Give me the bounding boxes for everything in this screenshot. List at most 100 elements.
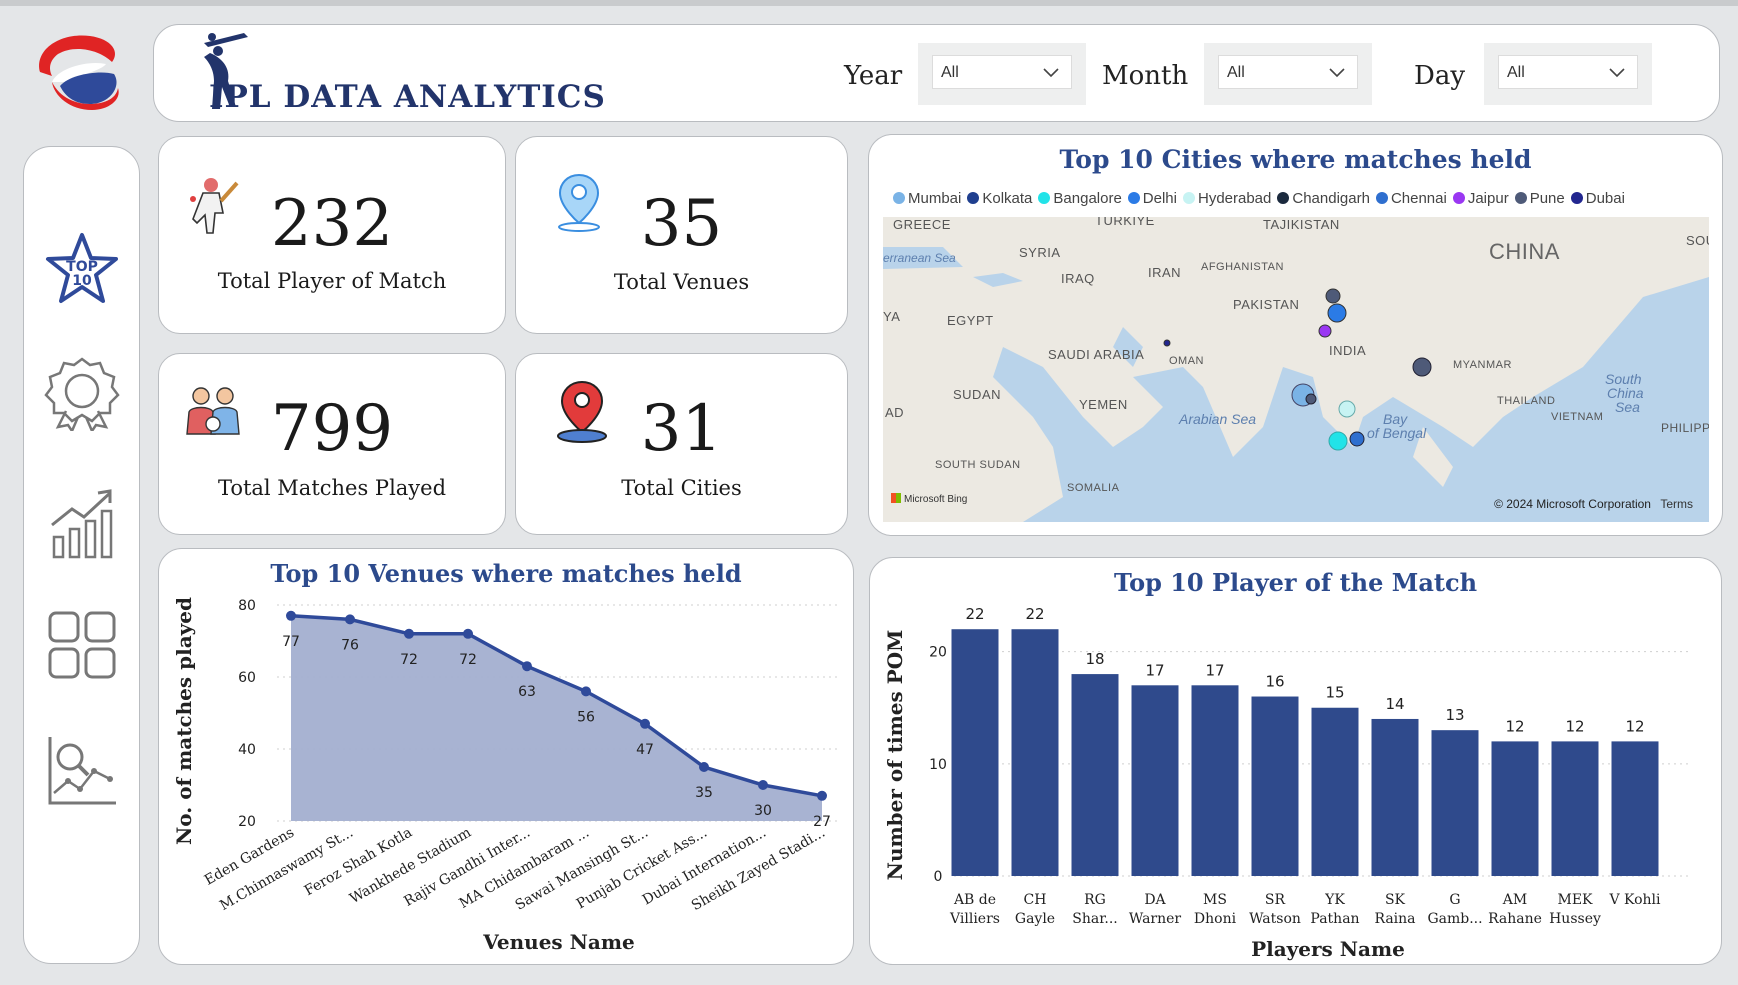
x-tick-label: Warner xyxy=(1129,911,1182,927)
cities-map-panel: Top 10 Cities where matches held Mumbai K… xyxy=(868,134,1723,536)
data-point[interactable] xyxy=(581,686,591,697)
sidebar-nav: TOP 10 xyxy=(23,146,140,964)
award-badge-icon[interactable] xyxy=(44,355,120,431)
month-filter-label: Month xyxy=(1102,61,1189,91)
city-bubble-hyderabad[interactable] xyxy=(1338,400,1356,418)
kpi-card-player-of-match: 232 Total Player of Match xyxy=(158,136,506,334)
legend-dot xyxy=(1570,192,1583,204)
legend-label: Mumbai xyxy=(908,190,962,207)
y-tick-label: 0 xyxy=(934,869,943,885)
city-bubble-delhi[interactable] xyxy=(1327,303,1347,323)
bar[interactable] xyxy=(1371,718,1419,876)
data-point[interactable] xyxy=(286,610,296,621)
bar-value-label: 15 xyxy=(1325,684,1344,702)
legend-item-chandigarh[interactable]: Chandigarh xyxy=(1277,190,1370,207)
data-point[interactable] xyxy=(699,762,709,772)
x-tick-label: DA xyxy=(1144,892,1166,908)
day-filter-dropdown[interactable]: All xyxy=(1484,43,1652,105)
kpi-label: Total Matches Played xyxy=(217,476,447,500)
data-point[interactable] xyxy=(404,628,414,639)
bar-value-label: 12 xyxy=(1565,717,1584,735)
bing-attribution: Microsoft Bing xyxy=(891,493,967,505)
legend-item-jaipur[interactable]: Jaipur xyxy=(1452,190,1509,207)
city-bubble-kolkata[interactable] xyxy=(1412,357,1432,377)
data-label: 76 xyxy=(341,637,359,653)
x-tick-label: AB de xyxy=(953,892,996,908)
legend-item-pune[interactable]: Pune xyxy=(1514,190,1565,207)
y-tick-label: 10 xyxy=(929,757,947,773)
data-label: 56 xyxy=(577,709,595,725)
bar-value-label: 16 xyxy=(1265,673,1284,691)
map-copyright: © 2024 Microsoft Corporation Terms xyxy=(1494,497,1693,511)
legend-label: Chandigarh xyxy=(1292,190,1370,207)
x-tick-label: Gamb... xyxy=(1427,911,1482,927)
x-tick-label: CH xyxy=(1024,892,1047,908)
data-label: 63 xyxy=(518,684,536,700)
legend-label: Hyderabad xyxy=(1197,190,1272,207)
y-axis-title: No. of matches played xyxy=(172,597,196,845)
legend-item-kolkata[interactable]: Kolkata xyxy=(967,190,1032,207)
city-bubble-chandigarh[interactable] xyxy=(1325,288,1341,304)
top-strip xyxy=(0,0,1738,6)
growth-chart-icon[interactable] xyxy=(44,485,120,561)
data-point[interactable] xyxy=(817,790,827,801)
legend-item-delhi[interactable]: Delhi xyxy=(1127,190,1177,207)
dashboard-grid-icon[interactable] xyxy=(44,607,120,683)
legend-item-hyderabad[interactable]: Hyderabad xyxy=(1182,190,1272,207)
analysis-icon[interactable] xyxy=(44,733,120,809)
map-title: Top 10 Cities where matches held xyxy=(1059,145,1532,174)
data-label: 35 xyxy=(695,785,713,801)
city-bubble-jaipur[interactable] xyxy=(1318,324,1332,338)
x-tick-label: Watson xyxy=(1249,911,1301,927)
day-filter-label: Day xyxy=(1414,61,1466,91)
city-bubble-pune[interactable] xyxy=(1305,393,1317,405)
pom-bar-chart: 0 10 20 22 AB de Villiers 22 CH Gayle 18 RG Shar...… xyxy=(883,605,1690,961)
bar[interactable] xyxy=(1611,741,1659,876)
kpi-value: 31 xyxy=(640,392,723,466)
legend-dot xyxy=(1452,192,1465,204)
bar[interactable] xyxy=(1311,707,1359,876)
terms-link[interactable]: Terms xyxy=(1660,497,1693,511)
bar[interactable] xyxy=(1491,741,1539,876)
data-label: 47 xyxy=(636,742,654,758)
bar[interactable] xyxy=(1251,696,1299,876)
month-filter-dropdown[interactable]: All xyxy=(1204,43,1372,105)
bar[interactable] xyxy=(1131,685,1179,876)
legend-item-mumbai[interactable]: Mumbai xyxy=(893,190,961,207)
legend-item-chennai[interactable]: Chennai xyxy=(1375,190,1447,207)
x-tick-label: AM xyxy=(1502,892,1527,908)
bar[interactable] xyxy=(1011,629,1059,876)
legend-dot xyxy=(1182,192,1195,204)
y-axis-title: Number of times POM xyxy=(883,630,907,881)
x-tick-label: Gayle xyxy=(1015,911,1055,927)
legend-dot xyxy=(967,192,980,204)
cities-map[interactable]: GREECE TURKIYE TAJIKISTAN CHINA SOU erra… xyxy=(883,217,1709,522)
city-bubble-chennai[interactable] xyxy=(1349,431,1365,447)
kpi-value: 232 xyxy=(270,187,394,261)
bar[interactable] xyxy=(1431,730,1479,876)
data-point[interactable] xyxy=(522,661,532,672)
bar[interactable] xyxy=(1551,741,1599,876)
kpi-value: 799 xyxy=(270,392,394,466)
city-bubble-dubai[interactable] xyxy=(1163,339,1171,347)
top-10-icon[interactable]: TOP 10 xyxy=(44,231,120,307)
pom-chart-panel: Top 10 Player of the Match 0 10 20 22 AB de V… xyxy=(869,557,1722,965)
kpi-label: Total Venues xyxy=(613,270,750,294)
data-point[interactable] xyxy=(640,718,650,729)
legend-label: Kolkata xyxy=(982,190,1033,207)
data-point[interactable] xyxy=(345,614,355,625)
kpi-card-matches: 799 Total Matches Played xyxy=(158,353,506,535)
data-point[interactable] xyxy=(758,780,768,790)
legend-item-dubai[interactable]: Dubai xyxy=(1570,190,1625,207)
legend-item-bangalore[interactable]: Bangalore xyxy=(1038,190,1122,207)
city-bubble-bangalore[interactable] xyxy=(1328,431,1348,451)
legend-label: Chennai xyxy=(1390,190,1447,207)
bar[interactable] xyxy=(951,629,999,876)
data-point[interactable] xyxy=(463,628,473,639)
bar[interactable] xyxy=(1071,674,1119,876)
year-filter-dropdown[interactable]: All xyxy=(918,43,1086,105)
copyright-text: © 2024 Microsoft Corporation xyxy=(1494,497,1651,511)
x-tick-label: Pathan xyxy=(1310,911,1359,927)
bar-value-label: 12 xyxy=(1625,717,1644,735)
bar[interactable] xyxy=(1191,685,1239,876)
